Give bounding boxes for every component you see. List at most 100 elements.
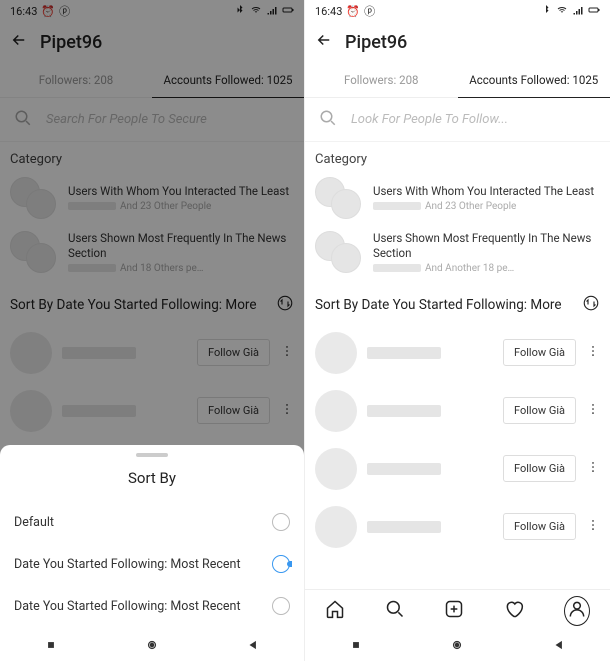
tab-following[interactable]: Accounts Followed: 1025 xyxy=(458,62,610,97)
status-bar: 16:43 ⏰ ⓟ xyxy=(305,0,610,22)
follow-button[interactable]: Follow Già xyxy=(503,455,576,482)
battery-icon xyxy=(282,4,294,19)
tabs: Followers: 208 Accounts Followed: 1025 xyxy=(305,62,610,98)
nav-back-icon[interactable] xyxy=(246,637,260,656)
tab-following[interactable]: Accounts Followed: 1025 xyxy=(152,62,304,97)
sort-label: Sort By Date You Started Following: More xyxy=(315,297,576,313)
sheet-title: Sort By xyxy=(0,461,304,501)
category-row[interactable]: Users With Whom You Interacted The Least… xyxy=(0,171,304,225)
avatar[interactable] xyxy=(315,390,357,432)
category-row[interactable]: Users With Whom You Interacted The Least… xyxy=(305,171,610,225)
stacked-avatars-icon xyxy=(10,177,56,219)
tab-following-label: Accounts Followed: 1025 xyxy=(163,73,292,87)
follow-button[interactable]: Follow Già xyxy=(197,339,270,366)
sort-toggle-icon[interactable] xyxy=(276,294,294,316)
sort-option-label: Default xyxy=(14,515,54,530)
sort-option-label: Date You Started Following: Most Recent xyxy=(14,599,241,614)
nav-recent-icon[interactable] xyxy=(44,637,58,656)
category-title: Users Shown Most Frequently In The News … xyxy=(68,231,294,261)
search-row[interactable]: Look For People To Follow... xyxy=(305,98,610,142)
sort-option-label: Date You Started Following: Most Recent xyxy=(14,557,241,572)
signal-icon xyxy=(572,4,584,19)
avatar[interactable] xyxy=(10,390,52,432)
home-icon[interactable] xyxy=(325,599,345,623)
category-subtitle: And 23 Other People xyxy=(68,201,294,212)
radio-icon xyxy=(272,597,290,615)
tabs: Followers: 208 Accounts Followed: 1025 xyxy=(0,62,304,98)
stacked-avatars-icon xyxy=(315,177,361,219)
sort-option[interactable]: Date You Started Following: Most Recent xyxy=(0,585,304,627)
sort-row: Sort By Date You Started Following: More xyxy=(0,280,304,324)
wifi-icon xyxy=(250,4,262,19)
more-icon[interactable] xyxy=(280,344,294,362)
category-title: Users Shown Most Frequently In The News … xyxy=(373,231,600,261)
nav-back-icon[interactable] xyxy=(552,637,566,656)
search-icon xyxy=(14,109,32,131)
status-bar: 16:43 ⏰ ⓟ xyxy=(0,0,304,22)
more-icon[interactable] xyxy=(586,344,600,362)
back-icon[interactable] xyxy=(10,31,28,53)
tab-followers-label: Followers: 208 xyxy=(344,73,419,87)
back-icon[interactable] xyxy=(315,31,333,53)
pinterest-icon: ⓟ xyxy=(59,3,70,19)
search-icon xyxy=(319,109,337,131)
tab-followers-label: Followers: 208 xyxy=(39,73,114,87)
content-area: Category Users With Whom You Interacted … xyxy=(305,142,610,589)
category-subtitle: And 23 Other People xyxy=(373,201,600,212)
sort-option[interactable]: Default xyxy=(0,501,304,543)
avatar[interactable] xyxy=(315,332,357,374)
wifi-icon xyxy=(556,4,568,19)
status-time: 16:43 xyxy=(10,5,37,18)
category-title: Users With Whom You Interacted The Least xyxy=(373,184,600,199)
battery-icon xyxy=(588,4,600,19)
app-tab-bar xyxy=(305,589,610,631)
category-row[interactable]: Users Shown Most Frequently In The News … xyxy=(0,225,304,280)
search-placeholder: Look For People To Follow... xyxy=(351,112,508,127)
more-icon[interactable] xyxy=(586,460,600,478)
follow-button[interactable]: Follow Già xyxy=(197,397,270,424)
sort-row: Sort By Date You Started Following: More xyxy=(305,280,610,324)
avatar[interactable] xyxy=(315,448,357,490)
pinterest-icon: ⓟ xyxy=(364,3,375,19)
pane-left: 16:43 ⏰ ⓟ Pipet96 Followers: 208 Account… xyxy=(0,0,305,661)
nav-home-icon[interactable] xyxy=(450,637,464,656)
page-title: Pipet96 xyxy=(40,32,102,53)
username-placeholder xyxy=(367,347,441,359)
title-bar: Pipet96 xyxy=(305,22,610,62)
more-icon[interactable] xyxy=(586,402,600,420)
user-row: Follow Già xyxy=(305,324,610,382)
search-tab-icon[interactable] xyxy=(385,599,405,623)
search-placeholder: Search For People To Secure xyxy=(46,112,207,127)
nav-recent-icon[interactable] xyxy=(349,637,363,656)
alarm-icon: ⏰ xyxy=(41,5,55,18)
category-subtitle: And Another 18 pe… xyxy=(373,263,600,274)
avatar[interactable] xyxy=(315,506,357,548)
more-icon[interactable] xyxy=(280,402,294,420)
category-heading: Category xyxy=(305,142,610,171)
user-row: Follow Già xyxy=(305,382,610,440)
android-nav-bar xyxy=(0,631,304,661)
add-post-icon[interactable] xyxy=(444,599,464,623)
android-nav-bar xyxy=(305,631,610,661)
stacked-avatars-icon xyxy=(315,231,361,273)
username-placeholder xyxy=(367,405,441,417)
follow-button[interactable]: Follow Già xyxy=(503,397,576,424)
follow-button[interactable]: Follow Già xyxy=(503,339,576,366)
sort-option[interactable]: Date You Started Following: Most Recent xyxy=(0,543,304,585)
more-icon[interactable] xyxy=(586,518,600,536)
activity-heart-icon[interactable] xyxy=(504,599,524,623)
user-row: Follow Già xyxy=(0,324,304,382)
category-heading: Category xyxy=(0,142,304,171)
search-row[interactable]: Search For People To Secure xyxy=(0,98,304,142)
tab-followers[interactable]: Followers: 208 xyxy=(0,62,152,97)
sort-toggle-icon[interactable] xyxy=(582,294,600,316)
tab-followers[interactable]: Followers: 208 xyxy=(305,62,458,97)
follow-button[interactable]: Follow Già xyxy=(503,513,576,540)
user-row: Follow Già xyxy=(305,440,610,498)
nav-home-icon[interactable] xyxy=(145,637,159,656)
profile-tab-icon[interactable] xyxy=(564,596,590,626)
sort-label: Sort By Date You Started Following: More xyxy=(10,297,270,313)
sheet-handle[interactable] xyxy=(136,453,168,457)
category-row[interactable]: Users Shown Most Frequently In The News … xyxy=(305,225,610,280)
avatar[interactable] xyxy=(10,332,52,374)
